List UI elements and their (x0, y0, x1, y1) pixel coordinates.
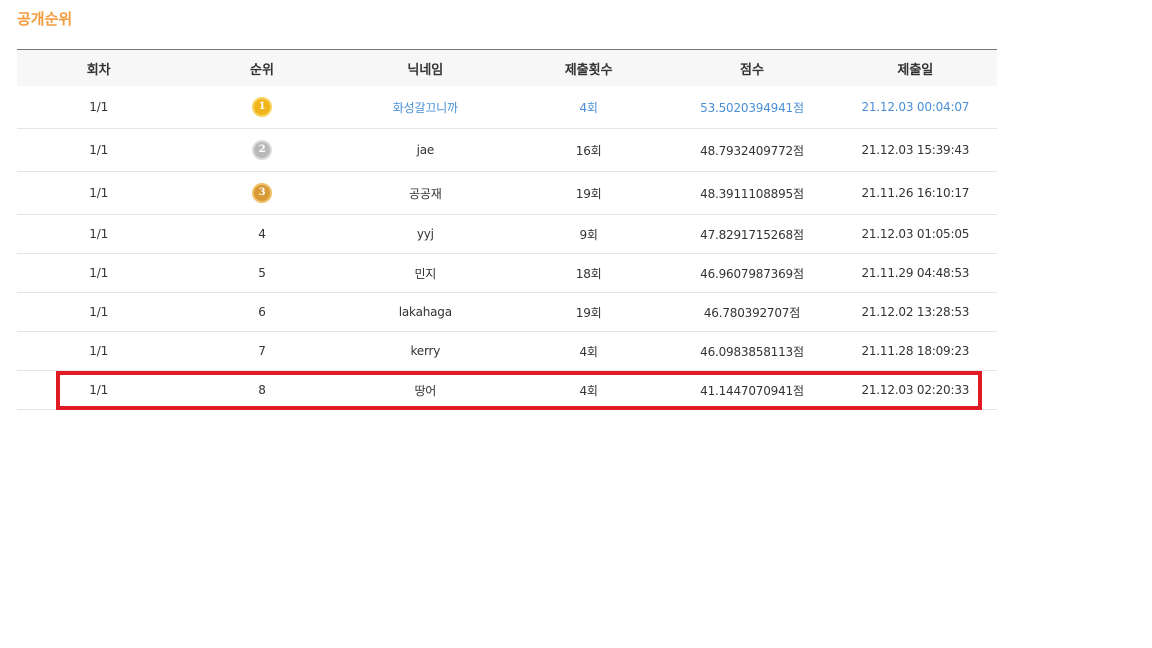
page-title: 공개순위 (17, 10, 73, 28)
round-cell: 1/1 (17, 214, 181, 254)
gold-medal-icon: 1 (251, 97, 272, 117)
table-header-row: 회차 순위 닉네임 제출횟수 점수 제출일 (17, 49, 997, 86)
table-row: 1/1 5 민지 18회 46.9607987369점 21.11.29 04:… (17, 253, 997, 293)
nickname-cell: yyj (343, 214, 507, 254)
table-row: 1/1 6 lakahaga 19회 46.780392707점 21.12.0… (17, 292, 997, 332)
date-cell: 21.11.26 16:10:17 (833, 171, 997, 215)
score-cell: 48.7932409772점 (670, 128, 834, 172)
score-cell: 53.5020394941점 (670, 86, 834, 129)
round-cell: 1/1 (17, 331, 181, 371)
nickname-cell: 화성갈끄니까 (343, 86, 507, 129)
nickname-cell: 땅어 (343, 370, 507, 410)
date-cell: 21.11.29 04:48:53 (833, 253, 997, 293)
public-ranking-table: 회차 순위 닉네임 제출횟수 점수 제출일 1/1 1 화성갈끄니까 4회 53… (17, 49, 997, 410)
date-cell: 21.12.03 00:04:07 (833, 86, 997, 129)
header-round: 회차 (17, 49, 181, 86)
table-row: 1/1 2 jae 16회 48.7932409772점 21.12.03 15… (17, 128, 997, 172)
table-row: 1/1 3 공공재 19회 48.3911108895점 21.11.26 16… (17, 171, 997, 215)
round-cell: 1/1 (17, 171, 181, 215)
rank-cell: 2 (180, 128, 344, 172)
round-cell: 1/1 (17, 86, 181, 129)
submissions-cell: 19회 (506, 171, 671, 215)
nickname-cell: 민지 (343, 253, 507, 293)
score-cell: 48.3911108895점 (670, 171, 834, 215)
nickname-cell: kerry (343, 331, 507, 371)
table-row: 1/1 1 화성갈끄니까 4회 53.5020394941점 21.12.03 … (17, 86, 997, 129)
nickname-cell: 공공재 (343, 171, 507, 215)
score-cell: 46.780392707점 (670, 292, 834, 332)
date-cell: 21.11.28 18:09:23 (833, 331, 997, 371)
header-date: 제출일 (833, 49, 997, 86)
rank-cell: 5 (180, 253, 344, 293)
rank-cell: 8 (180, 370, 344, 410)
nickname-cell: jae (343, 128, 507, 172)
round-cell: 1/1 (17, 370, 181, 410)
score-cell: 47.8291715268점 (670, 214, 834, 254)
date-cell: 21.12.02 13:28:53 (833, 292, 997, 332)
score-cell: 41.1447070941점 (670, 370, 834, 410)
date-cell: 21.12.03 02:20:33 (833, 370, 997, 410)
rank-cell: 4 (180, 214, 344, 254)
table-row: 1/1 7 kerry 4회 46.0983858113점 21.11.28 1… (17, 331, 997, 371)
round-cell: 1/1 (17, 253, 181, 293)
score-cell: 46.9607987369점 (670, 253, 834, 293)
silver-medal-icon: 2 (251, 140, 272, 160)
submissions-cell: 4회 (506, 331, 671, 371)
table-row: 1/1 8 땅어 4회 41.1447070941점 21.12.03 02:2… (17, 370, 997, 410)
rank-cell: 6 (180, 292, 344, 332)
submissions-cell: 4회 (506, 86, 671, 129)
rank-cell: 3 (180, 171, 344, 215)
date-cell: 21.12.03 01:05:05 (833, 214, 997, 254)
round-cell: 1/1 (17, 292, 181, 332)
rank-cell: 7 (180, 331, 344, 371)
submissions-cell: 18회 (506, 253, 671, 293)
header-score: 점수 (670, 49, 834, 86)
rank-cell: 1 (180, 86, 344, 129)
bronze-medal-icon: 3 (251, 183, 272, 203)
score-cell: 46.0983858113점 (670, 331, 834, 371)
submissions-cell: 16회 (506, 128, 671, 172)
table-row: 1/1 4 yyj 9회 47.8291715268점 21.12.03 01:… (17, 214, 997, 254)
submissions-cell: 4회 (506, 370, 671, 410)
header-nickname: 닉네임 (343, 49, 507, 86)
date-cell: 21.12.03 15:39:43 (833, 128, 997, 172)
header-rank: 순위 (180, 49, 344, 86)
submissions-cell: 9회 (506, 214, 671, 254)
round-cell: 1/1 (17, 128, 181, 172)
header-submissions: 제출횟수 (506, 49, 671, 86)
submissions-cell: 19회 (506, 292, 671, 332)
nickname-cell: lakahaga (343, 292, 507, 332)
